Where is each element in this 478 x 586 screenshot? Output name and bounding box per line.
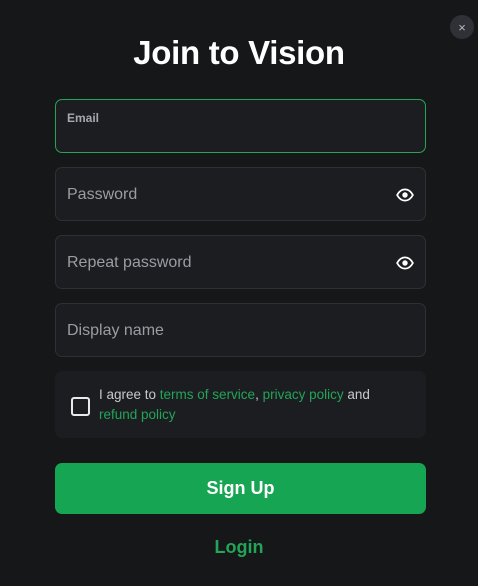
agreement-text: I agree to terms of service, privacy pol…	[99, 385, 409, 425]
refund-policy-link[interactable]: refund policy	[99, 407, 176, 422]
terms-of-service-link[interactable]: terms of service	[160, 387, 255, 402]
signup-modal: × Join to Vision Email I agree to terms …	[0, 0, 478, 586]
password-input[interactable]	[67, 184, 385, 206]
privacy-policy-link[interactable]: privacy policy	[263, 387, 344, 402]
close-icon: ×	[458, 19, 466, 35]
password-field[interactable]	[55, 167, 426, 221]
display-name-field[interactable]	[55, 303, 426, 357]
agree-prefix: I agree to	[99, 387, 160, 402]
agree-comma: ,	[255, 387, 263, 402]
eye-icon[interactable]	[396, 254, 414, 272]
repeat-password-field[interactable]	[55, 235, 426, 289]
agreement-box: I agree to terms of service, privacy pol…	[55, 371, 426, 438]
display-name-input[interactable]	[67, 320, 385, 342]
modal-title: Join to Vision	[133, 34, 345, 71]
signup-button[interactable]: Sign Up	[55, 463, 426, 514]
email-input[interactable]	[67, 128, 385, 146]
agree-and: and	[343, 387, 370, 402]
agree-checkbox[interactable]	[71, 397, 90, 416]
repeat-password-input[interactable]	[67, 252, 385, 274]
login-link[interactable]: Login	[0, 537, 478, 558]
email-field[interactable]: Email	[55, 99, 426, 153]
email-label: Email	[67, 111, 100, 125]
eye-icon[interactable]	[396, 186, 414, 204]
